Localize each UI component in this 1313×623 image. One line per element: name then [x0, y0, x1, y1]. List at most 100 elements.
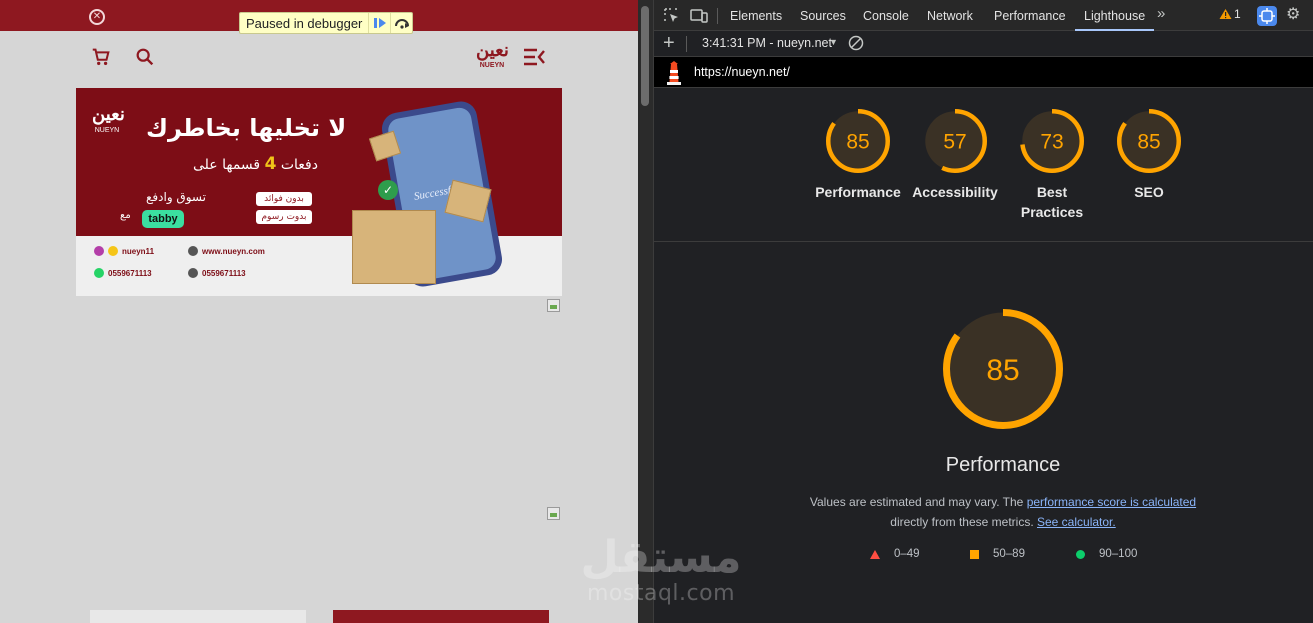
performance-title: Performance — [945, 454, 1061, 476]
site-header: نعين NUEYN — [76, 36, 562, 82]
banner-installments-number: 4 — [264, 154, 277, 174]
legend-fail-range: 0–49 — [894, 548, 920, 560]
contact-web-url: www.nueyn.com — [202, 246, 265, 256]
banner-installments: دفعات 4 قسمها على — [168, 154, 318, 174]
tab-lighthouse[interactable]: Lighthouse — [1075, 0, 1155, 31]
contact-whatsapp: 0559671113 — [94, 268, 152, 278]
performance-big-gauge: 85 — [943, 309, 1063, 429]
contact-social: nueyn11 — [94, 246, 154, 256]
banner-logo-arabic: نعين — [92, 104, 125, 125]
product-card-peek[interactable] — [90, 610, 306, 623]
contact-social-handle: nueyn11 — [122, 246, 155, 256]
instagram-icon — [94, 246, 104, 256]
performance-note: Values are estimated and may vary. The p… — [654, 492, 1313, 532]
gauge-score-text: 85 — [986, 354, 1019, 387]
new-report-icon[interactable]: + — [663, 32, 675, 54]
score-gauge-ring: 57 — [923, 109, 987, 173]
viewport-scrollbar-thumb[interactable] — [641, 6, 649, 106]
gauge-best-practices[interactable]: 73 Best Practices — [1004, 108, 1100, 222]
more-tabs-icon[interactable]: » — [1157, 5, 1165, 22]
see-calculator-link[interactable]: See calculator. — [1037, 515, 1116, 529]
globe-icon — [188, 246, 198, 256]
banner-chip-no-fees: بدوت رسوم — [256, 210, 312, 224]
issues-icon[interactable] — [1257, 6, 1277, 26]
tabby-badge: tabby — [142, 210, 184, 228]
devtools-panel: Elements Sources Console Network Perform… — [653, 0, 1313, 623]
triangle-icon — [870, 549, 880, 559]
product-card-peek[interactable] — [333, 610, 549, 623]
tab-elements[interactable]: Elements — [730, 0, 782, 31]
contact-whatsapp-number: 0559671113 — [108, 268, 152, 278]
gauge-score-text: 73 — [1040, 131, 1063, 154]
menu-icon[interactable] — [522, 46, 546, 72]
note-text: directly from these metrics. — [890, 515, 1034, 529]
gauge-score-text: 85 — [846, 131, 869, 154]
gauge-label: Accessibility — [912, 184, 998, 200]
brand-logo[interactable]: نعين NUEYN — [476, 40, 509, 78]
contact-phone: 0559671113 — [188, 268, 246, 278]
lighthouse-toolbar: + 3:41:31 PM - nueyn.net ▼ — [654, 31, 1313, 57]
snapchat-icon — [108, 246, 118, 256]
warnings-counter[interactable]: 1 — [1219, 7, 1241, 21]
whatsapp-icon — [94, 268, 104, 278]
banner-installments-prefix: قسمها على — [193, 157, 261, 173]
gauge-label: Best Practices — [1020, 184, 1084, 220]
legend-average-range: 50–89 — [993, 548, 1025, 560]
note-text: Values are estimated and may vary. The — [809, 495, 1024, 509]
score-calculation-link[interactable]: performance score is calculated — [1027, 495, 1196, 509]
tab-network[interactable]: Network — [927, 0, 973, 31]
score-gauge-ring: 85 — [826, 109, 890, 173]
report-url-bar: https://nueyn.net/ — [654, 57, 1313, 88]
paused-in-debugger-pill: Paused in debugger — [239, 12, 414, 34]
resume-icon[interactable] — [368, 13, 390, 33]
chevron-down-icon[interactable]: ▼ — [829, 37, 838, 47]
gauge-score-text: 57 — [943, 131, 966, 154]
tab-sources[interactable]: Sources — [800, 0, 846, 31]
banner-headline: لا تخليها بخاطرك — [146, 114, 347, 142]
score-gauge-ring: 85 — [1117, 109, 1181, 173]
score-gauge-ring: 73 — [1020, 109, 1084, 173]
toolbar-separator — [717, 8, 718, 24]
check-badge-icon: ✓ — [378, 180, 398, 200]
page-viewport: ✕ Paused in debugger نعين NUEYN نعين NUE… — [0, 0, 638, 623]
banner-logo: نعين NUEYN — [92, 104, 125, 135]
legend-average: 50–89 — [970, 548, 1025, 560]
inspect-element-icon[interactable] — [663, 7, 680, 24]
settings-gear-icon[interactable]: ⚙ — [1286, 7, 1300, 23]
toolbar-separator — [686, 36, 687, 52]
brand-logo-latin: NUEYN — [479, 62, 505, 69]
circle-icon — [1076, 549, 1085, 559]
close-overlay-icon[interactable]: ✕ — [89, 9, 105, 25]
report-selector[interactable]: 3:41:31 PM - nueyn.net — [702, 36, 832, 50]
device-toolbar-icon[interactable] — [690, 7, 708, 24]
cart-icon[interactable] — [90, 46, 112, 72]
devtools-tabbar: Elements Sources Console Network Perform… — [654, 0, 1313, 31]
banner-shop-pay: تسوق وادفع — [146, 190, 206, 204]
legend-fail: 0–49 — [870, 548, 920, 560]
box-illustration-large — [352, 210, 436, 284]
performance-section: 85 Performance Values are estimated and … — [654, 242, 1313, 623]
square-icon — [970, 549, 979, 559]
legend-pass: 90–100 — [1076, 548, 1137, 560]
report-url[interactable]: https://nueyn.net/ — [694, 65, 790, 79]
clear-reports-icon[interactable] — [848, 35, 864, 51]
banner-logo-latin: NUEYN — [94, 127, 120, 134]
gauge-accessibility[interactable]: 57 Accessibility — [907, 108, 1003, 202]
legend-pass-range: 90–100 — [1099, 548, 1138, 560]
gauge-label: SEO — [1134, 184, 1164, 200]
warning-icon — [1219, 9, 1232, 19]
search-icon[interactable] — [134, 46, 156, 72]
banner-installments-suffix: دفعات — [280, 157, 318, 173]
contact-web: www.nueyn.com — [188, 246, 265, 256]
gauge-seo[interactable]: 85 SEO — [1101, 108, 1197, 202]
broken-image-icon — [547, 299, 560, 312]
promo-banner[interactable]: نعين NUEYN لا تخليها بخاطرك دفعات 4 قسمه… — [76, 88, 562, 296]
warnings-count: 1 — [1234, 7, 1241, 21]
tab-performance[interactable]: Performance — [994, 0, 1066, 31]
gauge-label: Performance — [815, 184, 901, 200]
brand-logo-arabic: نعين — [476, 40, 509, 61]
step-over-icon[interactable] — [390, 13, 412, 33]
tab-console[interactable]: Console — [863, 0, 909, 31]
gauge-performance[interactable]: 85 Performance — [810, 108, 906, 202]
banner-with: مع — [120, 210, 131, 221]
